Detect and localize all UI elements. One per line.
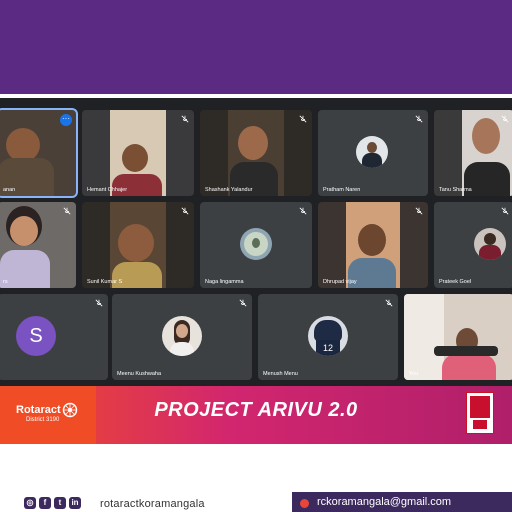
email-address[interactable]: rckoramangala@gmail.com <box>317 496 451 508</box>
participant-tile[interactable]: Dhrupad vijay <box>318 202 428 288</box>
video-grid: ··· anan Hemant Chhajer Shashank Yalandu… <box>0 98 512 386</box>
twitter-icon[interactable]: t <box>54 497 66 509</box>
participant-name: rs <box>3 279 8 285</box>
avatar-initial: S <box>29 325 43 347</box>
participant-name: Meenu Kushwaha <box>117 371 162 377</box>
participant-video <box>442 354 496 380</box>
participant-tile[interactable]: Sunil Kumar S <box>82 202 194 288</box>
participant-name: Shashank Yalandur <box>205 187 253 193</box>
participant-tile[interactable]: Naga lingamma <box>200 202 312 288</box>
participant-tile[interactable]: Pratham Naren <box>318 110 428 196</box>
participant-name: Sunil Kumar S <box>87 279 123 285</box>
top-purple-band <box>0 0 512 94</box>
mic-off-icon <box>239 299 247 307</box>
participant-video <box>10 216 38 246</box>
participant-tile[interactable]: You <box>404 294 512 380</box>
participant-name: You <box>409 371 419 377</box>
participant-name: Dhrupad vijay <box>323 279 357 285</box>
participant-video <box>122 144 148 172</box>
banner-title: PROJECT ARIVU 2.0 <box>154 399 358 421</box>
social-icons: ◎ f t in <box>24 497 81 509</box>
participant-name: anan <box>3 187 16 193</box>
mic-off-icon <box>415 115 423 123</box>
participant-tile[interactable]: Tanu Sharma <box>434 110 512 196</box>
social-handle[interactable]: rotaractkoramangala <box>100 498 205 510</box>
participant-name: Hemant Chhajer <box>87 187 128 193</box>
participant-video <box>404 294 444 380</box>
participant-tile[interactable]: S <box>0 294 108 380</box>
participant-avatar <box>240 228 272 260</box>
mail-icon <box>300 499 309 508</box>
participant-video <box>472 118 500 154</box>
participant-tile[interactable]: rs <box>0 202 76 288</box>
facebook-icon[interactable]: f <box>39 497 51 509</box>
participant-avatar <box>356 136 388 168</box>
mic-off-icon <box>181 115 189 123</box>
mic-off-icon <box>415 207 423 215</box>
participant-video <box>118 224 154 262</box>
participant-video <box>238 126 268 160</box>
participant-name: Prateek Goel <box>439 279 472 285</box>
mic-off-icon <box>181 207 189 215</box>
linkedin-icon[interactable]: in <box>69 497 81 509</box>
participant-video <box>434 346 498 356</box>
mic-off-icon <box>501 207 509 215</box>
participant-name: Menush Menu <box>263 371 298 377</box>
mic-off-icon <box>63 207 71 215</box>
participant-name: Pratham Naren <box>323 187 361 193</box>
participant-name: Tanu Sharma <box>439 187 472 193</box>
participant-avatar: 12 <box>308 316 348 356</box>
project-banner: Rotaract District 3190 PROJECT ARIVU 2.0 <box>0 386 512 444</box>
mic-off-icon <box>95 299 103 307</box>
participant-tile[interactable]: Meenu Kushwaha <box>112 294 252 380</box>
participant-video <box>358 224 386 256</box>
instagram-icon[interactable]: ◎ <box>24 497 36 509</box>
club-logo <box>466 392 494 434</box>
participant-video <box>6 128 40 162</box>
mic-off-icon <box>385 299 393 307</box>
participant-tile[interactable]: Hemant Chhajer <box>82 110 194 196</box>
participant-tile[interactable]: 12 Menush Menu <box>258 294 398 380</box>
participant-tile[interactable]: ··· anan <box>0 108 78 198</box>
participant-avatar <box>162 316 202 356</box>
participant-avatar <box>474 228 506 260</box>
participant-avatar: S <box>16 316 56 356</box>
more-options-icon[interactable]: ··· <box>60 114 72 126</box>
participant-name: Naga lingamma <box>205 279 244 285</box>
participant-tile[interactable]: Shashank Yalandur <box>200 110 312 196</box>
mic-off-icon <box>299 207 307 215</box>
mic-off-icon <box>299 115 307 123</box>
participant-tile[interactable]: Prateek Goel <box>434 202 512 288</box>
mic-off-icon <box>501 115 509 123</box>
